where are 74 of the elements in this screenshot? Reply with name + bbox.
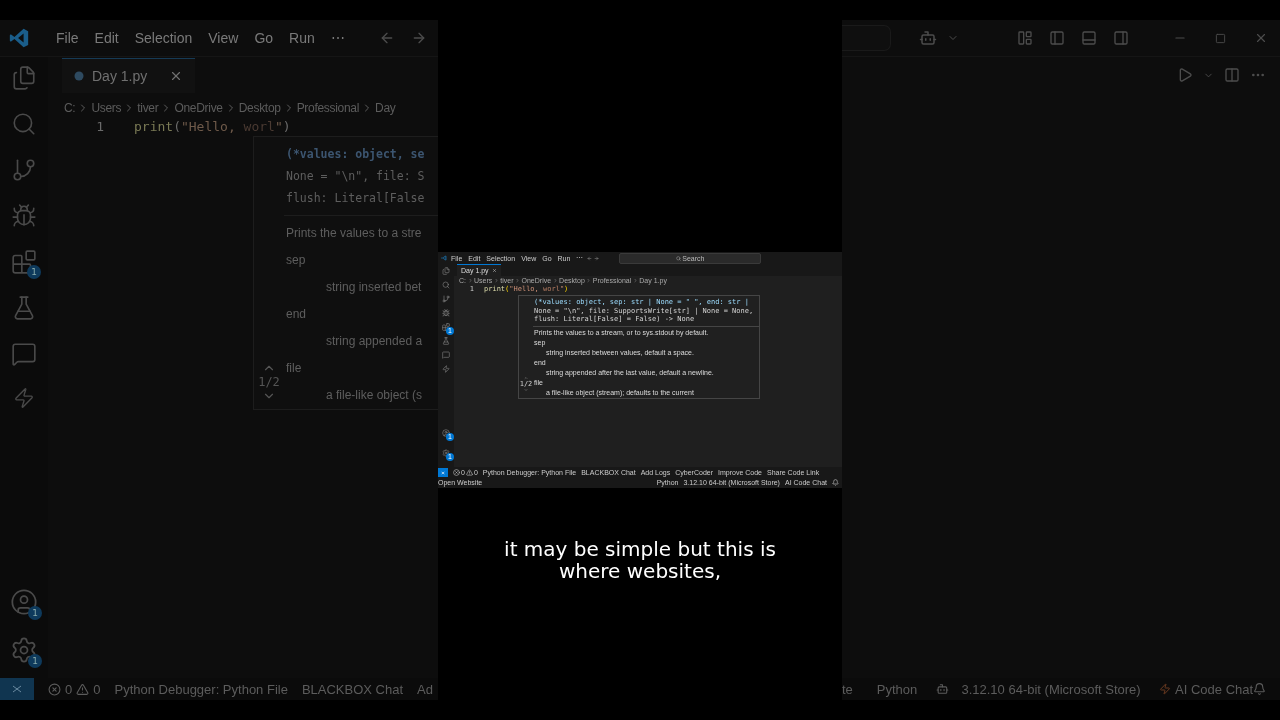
forward-icon[interactable]: [594, 255, 600, 261]
chevron-icon: [586, 278, 592, 283]
doc-text: a file-like object (s: [325, 387, 424, 404]
search-icon[interactable]: [11, 111, 37, 137]
chat-icon[interactable]: [442, 351, 450, 359]
menu-item[interactable]: ⋯: [324, 30, 351, 46]
explorer-icon[interactable]: [11, 65, 37, 91]
lightning-icon[interactable]: [442, 365, 450, 373]
search-icon[interactable]: [442, 281, 450, 289]
close-icon[interactable]: [1254, 31, 1268, 45]
count-badge: 1: [27, 265, 41, 279]
parameter-name: file: [286, 360, 303, 377]
python-file-icon: [74, 71, 84, 81]
flask-icon[interactable]: [442, 337, 450, 345]
overload-counter: 1/2: [258, 375, 280, 389]
file-tab[interactable]: Day 1.py: [62, 58, 196, 93]
menu-item[interactable]: File: [50, 30, 85, 46]
doc-text: string appended a: [325, 333, 424, 350]
parameter-name: end: [286, 306, 308, 323]
caption-text: where websites,: [558, 560, 722, 582]
maximize-icon[interactable]: [1215, 32, 1226, 44]
app-logo-icon: [441, 255, 447, 261]
panel-toggle-icon[interactable]: [1081, 30, 1097, 46]
close-icon[interactable]: [491, 268, 497, 273]
menu-item[interactable]: Run: [283, 30, 321, 46]
search-icon: [676, 255, 682, 261]
menu-item[interactable]: Go: [248, 30, 280, 46]
branch-icon[interactable]: [11, 157, 37, 183]
error-icon: [453, 469, 460, 476]
notifications-icon[interactable]: [1253, 682, 1266, 696]
chat-icon[interactable]: [11, 341, 37, 367]
debug-icon[interactable]: [442, 309, 450, 317]
warning-icon: [465, 469, 473, 476]
remote-indicator[interactable]: [438, 468, 448, 477]
remote-icon: [11, 683, 23, 695]
signature-line: (*values: object, se: [286, 146, 426, 163]
warning-icon: [76, 682, 90, 696]
menu-item[interactable]: Edit: [88, 30, 125, 46]
chevron-icon: [632, 278, 638, 283]
doc-text: Prints the values to a stre: [286, 225, 423, 242]
count-badge: 1: [28, 654, 42, 668]
lightning-icon[interactable]: [13, 387, 35, 409]
line-number: 1: [95, 119, 105, 134]
doc-text: string inserted bet: [325, 279, 423, 296]
settings-icon[interactable]: [442, 449, 450, 457]
error-icon: [48, 682, 61, 696]
chevron-icon: [467, 278, 473, 283]
chevron-icon: [515, 278, 520, 283]
caption-text: it may be simple but this is: [504, 538, 776, 560]
debug-icon[interactable]: [11, 203, 37, 229]
app-logo-icon: [8, 27, 30, 49]
account-icon[interactable]: [442, 429, 450, 437]
menu-item[interactable]: Selection: [128, 30, 199, 46]
chevron-icon: [552, 278, 558, 283]
back-icon[interactable]: [587, 255, 593, 261]
remote-indicator[interactable]: [0, 678, 34, 700]
lightning-icon: [1159, 683, 1172, 695]
signature-line: None = "\n", file: S: [286, 168, 426, 185]
split-editor-icon[interactable]: [1224, 67, 1240, 83]
chevron-icon: [493, 278, 499, 283]
signature-line: flush: Literal[False: [286, 190, 426, 207]
code-line: print("Hello, worl"): [134, 119, 291, 134]
extensions-icon[interactable]: [442, 323, 450, 331]
explorer-icon[interactable]: [442, 267, 450, 275]
search-field[interactable]: [842, 25, 891, 51]
count-badge: 1: [28, 606, 42, 620]
secondary-sidebar-icon[interactable]: [1113, 30, 1129, 46]
branch-icon[interactable]: [442, 295, 450, 303]
layout-icon[interactable]: [1017, 30, 1033, 46]
sidebar-toggle-icon[interactable]: [1049, 30, 1065, 46]
menu-item[interactable]: View: [202, 30, 245, 46]
parameter-name: sep: [286, 252, 307, 269]
run-icon[interactable]: [1177, 67, 1193, 83]
notifications-icon[interactable]: [832, 479, 839, 486]
